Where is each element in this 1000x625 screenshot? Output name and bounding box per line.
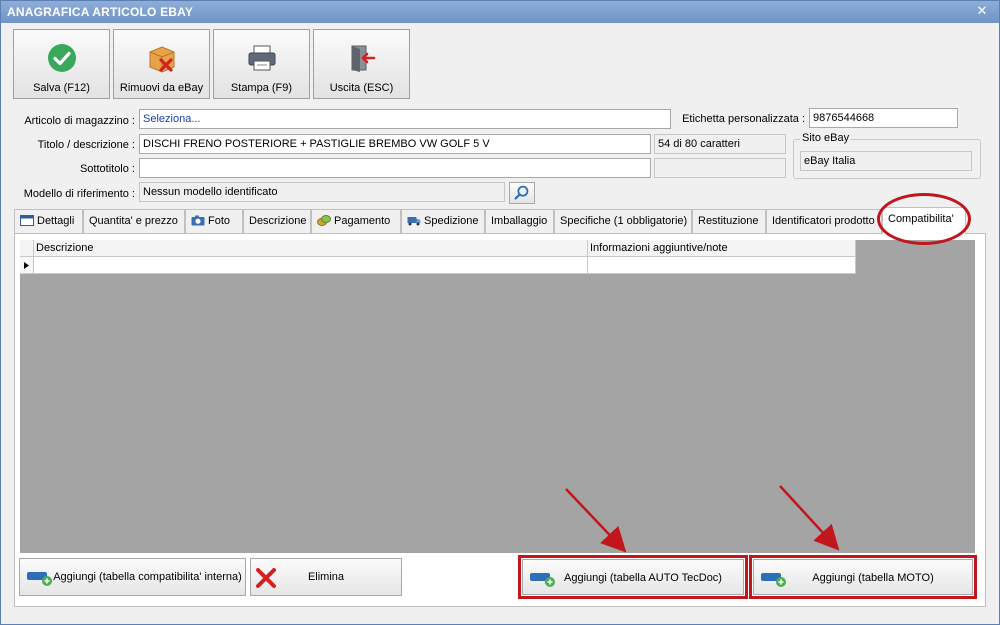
articolo-label: Articolo di magazzino : (24, 115, 135, 127)
coins-icon (317, 215, 331, 226)
modello-search-button[interactable] (509, 182, 535, 204)
checkmark-icon (47, 44, 76, 72)
add-internal-label: Aggiungi (tabella compatibilita' interna… (53, 571, 242, 583)
subtitle-counter (654, 158, 786, 178)
add-moto-button[interactable]: Aggiungi (tabella MOTO) (753, 559, 973, 595)
tab-spedizione[interactable]: Spedizione (401, 209, 485, 233)
box-remove-icon (149, 46, 174, 73)
print-label: Stampa (F9) (230, 82, 293, 94)
remove-from-ebay-button[interactable]: Rimuovi da eBay (113, 29, 210, 99)
exit-label: Uscita (ESC) (329, 82, 394, 94)
tab-compatibilita[interactable]: Compatibilita' (882, 207, 966, 234)
tab-dettagli[interactable]: Dettagli (14, 209, 83, 233)
exit-button[interactable]: Uscita (ESC) (313, 29, 410, 99)
close-icon[interactable]: ✕ (975, 4, 989, 18)
tab-foto[interactable]: Foto (185, 209, 243, 233)
titolo-input[interactable]: DISCHI FRENO POSTERIORE + PASTIGLIE BREM… (139, 134, 651, 154)
remove-label: Rimuovi da eBay (119, 82, 204, 94)
tab-quantita-prezzo[interactable]: Quantita' e prezzo (83, 209, 185, 233)
modello-label: Modello di riferimento : (23, 188, 135, 200)
tab-identificatori-prodotto[interactable]: Identificatori prodotto (766, 209, 882, 233)
row-indicator (20, 257, 34, 274)
table-cell[interactable] (588, 257, 856, 274)
title-char-counter: 54 di 80 caratteri (654, 134, 786, 154)
grid-header-descrizione[interactable]: Descrizione (34, 240, 588, 257)
table-cell[interactable] (34, 257, 588, 274)
sito-ebay-field: eBay Italia (800, 151, 972, 171)
truck-icon (407, 217, 421, 226)
sottotitolo-label: Sottotitolo : (79, 163, 135, 175)
titolo-label: Titolo / descrizione : (37, 139, 135, 151)
tab-specifiche[interactable]: Specifiche (1 obbligatorie) (554, 209, 692, 233)
add-auto-tecdoc-button[interactable]: Aggiungi (tabella AUTO TecDoc) (522, 559, 744, 595)
title-bar: ANAGRAFICA ARTICOLO EBAY ✕ (1, 1, 999, 23)
print-button[interactable]: Stampa (F9) (213, 29, 310, 99)
delete-button[interactable]: Elimina (250, 558, 402, 596)
calendar-icon (20, 215, 34, 226)
window-title: ANAGRAFICA ARTICOLO EBAY (7, 5, 194, 19)
save-button[interactable]: Salva (F12) (13, 29, 110, 99)
grid-header-informazioni[interactable]: Informazioni aggiuntive/note (588, 240, 856, 257)
grid-corner (20, 240, 34, 257)
save-label: Salva (F12) (33, 82, 90, 94)
etichetta-label: Etichetta personalizzata : (682, 113, 805, 125)
sottotitolo-input[interactable] (139, 158, 651, 178)
exit-door-icon (351, 45, 375, 72)
row-pointer-icon (24, 262, 29, 269)
sito-ebay-group: Sito eBay eBay Italia (793, 132, 981, 179)
add-auto-label: Aggiungi (tabella AUTO TecDoc) (564, 572, 722, 584)
tab-restituzione[interactable]: Restituzione (692, 209, 766, 233)
tab-pagamento[interactable]: Pagamento (311, 209, 401, 233)
printer-icon (248, 45, 275, 71)
tab-imballaggio[interactable]: Imballaggio (485, 209, 554, 233)
add-moto-label: Aggiungi (tabella MOTO) (812, 572, 934, 584)
compatibility-grid: Descrizione Informazioni aggiuntive/note (20, 240, 975, 553)
tab-descrizione[interactable]: Descrizione (243, 209, 311, 233)
add-internal-button[interactable]: Aggiungi (tabella compatibilita' interna… (19, 558, 246, 596)
compatibility-panel: Descrizione Informazioni aggiuntive/note… (14, 233, 986, 607)
modello-field: Nessun modello identificato (139, 182, 505, 202)
etichetta-input[interactable]: 9876544668 (809, 108, 958, 128)
delete-label: Elimina (307, 571, 345, 583)
ebay-item-window: ANAGRAFICA ARTICOLO EBAY ✕ Salva (F12) R… (0, 0, 1000, 625)
camera-icon (191, 215, 205, 226)
articolo-select[interactable]: Seleziona... (139, 109, 671, 129)
sito-ebay-title: Sito eBay (800, 132, 852, 144)
search-icon (514, 185, 529, 200)
